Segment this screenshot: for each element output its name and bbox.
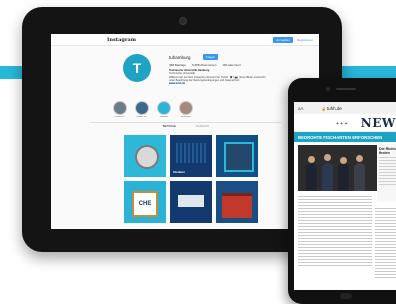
sidebar-text-lines xyxy=(379,157,396,188)
posts-count: 498 Beiträge xyxy=(169,63,187,67)
instagram-logo[interactable]: Instagram xyxy=(107,37,136,43)
article-body-text xyxy=(298,196,372,266)
highlight-thumbnail xyxy=(113,101,127,115)
post-thumbnail[interactable] xyxy=(124,135,166,177)
tab-posts[interactable]: BEITRÄGE xyxy=(163,125,176,128)
person-figure xyxy=(338,163,349,191)
person-figure xyxy=(322,163,333,191)
frame-icon xyxy=(224,142,254,172)
profile-bio: Technische Universität Hamburg Technisch… xyxy=(169,69,289,85)
url-text: tuhh.de xyxy=(326,105,342,111)
instagram-topbar: Instagram Anmelden Registrieren xyxy=(51,34,319,46)
post-thumbnail[interactable]: Studium xyxy=(170,135,212,177)
post-thumbnail[interactable] xyxy=(170,181,212,223)
following-count[interactable]: 183 abonniert xyxy=(222,63,240,67)
post-thumbnail[interactable]: CHE xyxy=(124,181,166,223)
person-figure xyxy=(354,163,365,191)
highlight-label: Studium xyxy=(159,116,169,118)
home-button[interactable] xyxy=(340,293,352,299)
highlight-item[interactable]: Erasmus+ xyxy=(179,101,193,118)
highlight-label: Career Ta... xyxy=(136,116,148,118)
post-caption: Studium xyxy=(173,170,185,174)
phone-device: aA 🔒tuhh.de + + + NEWS BEDROHTE FISCHART… xyxy=(288,78,396,304)
article-sidebar: Die Richtung finden xyxy=(377,144,396,202)
browser-url-bar[interactable]: aA 🔒tuhh.de xyxy=(294,102,396,114)
highlight-thumbnail xyxy=(157,101,171,115)
post-thumbnail[interactable] xyxy=(216,181,258,223)
highlight-label: TUHH Fo... xyxy=(114,116,126,118)
certificate-icon: CHE xyxy=(132,191,158,217)
register-link[interactable]: Registrieren xyxy=(297,38,313,42)
phone-screen: aA 🔒tuhh.de + + + NEWS BEDROHTE FISCHART… xyxy=(294,102,396,290)
profile-username: tuhamburg xyxy=(169,55,191,60)
phone-camera xyxy=(326,87,330,91)
post-thumbnail[interactable] xyxy=(216,135,258,177)
article-side-text xyxy=(375,208,396,278)
article-banner[interactable]: BEDROHTE FISCHARTEN ERFORSCHEN xyxy=(294,132,396,142)
profile-tabs: BEITRÄGE MARKIERT xyxy=(91,122,281,128)
highlight-label: Erasmus+ xyxy=(181,116,191,118)
person-figure xyxy=(306,163,317,191)
url-display[interactable]: 🔒tuhh.de xyxy=(322,106,342,111)
tu-logo-icon: T xyxy=(132,60,142,76)
post-caption: CHE xyxy=(138,201,152,207)
person-head xyxy=(324,154,331,161)
person-head xyxy=(356,155,363,162)
highlight-thumbnail xyxy=(179,101,193,115)
compass-icon xyxy=(135,145,159,169)
topbar-actions: Anmelden Registrieren xyxy=(273,36,313,43)
news-header: + + + NEWS xyxy=(294,114,396,132)
profile-header: T tuhamburg Folgen 498 Beiträge 6.688 Ab… xyxy=(51,46,319,96)
bio-website-link[interactable]: www.tuhh.de xyxy=(169,82,289,85)
tab-tagged[interactable]: MARKIERT xyxy=(196,125,209,128)
ship-icon xyxy=(178,195,204,207)
highlight-item[interactable]: Career Ta... xyxy=(135,101,149,118)
highlight-item[interactable]: Studium xyxy=(157,101,171,118)
news-title: NEWS xyxy=(360,116,396,130)
tablet-camera xyxy=(179,17,187,25)
highlight-thumbnail xyxy=(135,101,149,115)
person-head xyxy=(340,157,347,164)
bars-icon xyxy=(176,143,206,163)
story-highlights: TUHH Fo... Career Ta... Studium Erasmus+ xyxy=(113,101,193,118)
followers-count[interactable]: 6.688 Abonnenten xyxy=(192,63,216,67)
tablet-screen: Instagram Anmelden Registrieren T tuhamb… xyxy=(51,34,319,229)
highlight-item[interactable]: TUHH Fo... xyxy=(113,101,127,118)
profile-stats: 498 Beiträge 6.688 Abonnenten 183 abonni… xyxy=(169,63,241,67)
building-icon xyxy=(222,193,252,218)
sidebar-title[interactable]: Die Richtung finden xyxy=(377,144,396,156)
lock-icon: 🔒 xyxy=(321,106,326,111)
follow-button[interactable]: Folgen xyxy=(203,54,219,60)
posts-grid: Studium CHE xyxy=(124,135,258,223)
person-head xyxy=(308,156,315,163)
phone-speaker xyxy=(336,88,356,90)
news-decoration: + + + xyxy=(336,121,348,127)
text-size-button[interactable]: aA xyxy=(298,106,304,111)
login-button[interactable]: Anmelden xyxy=(273,36,293,43)
profile-avatar[interactable]: T xyxy=(123,54,151,82)
